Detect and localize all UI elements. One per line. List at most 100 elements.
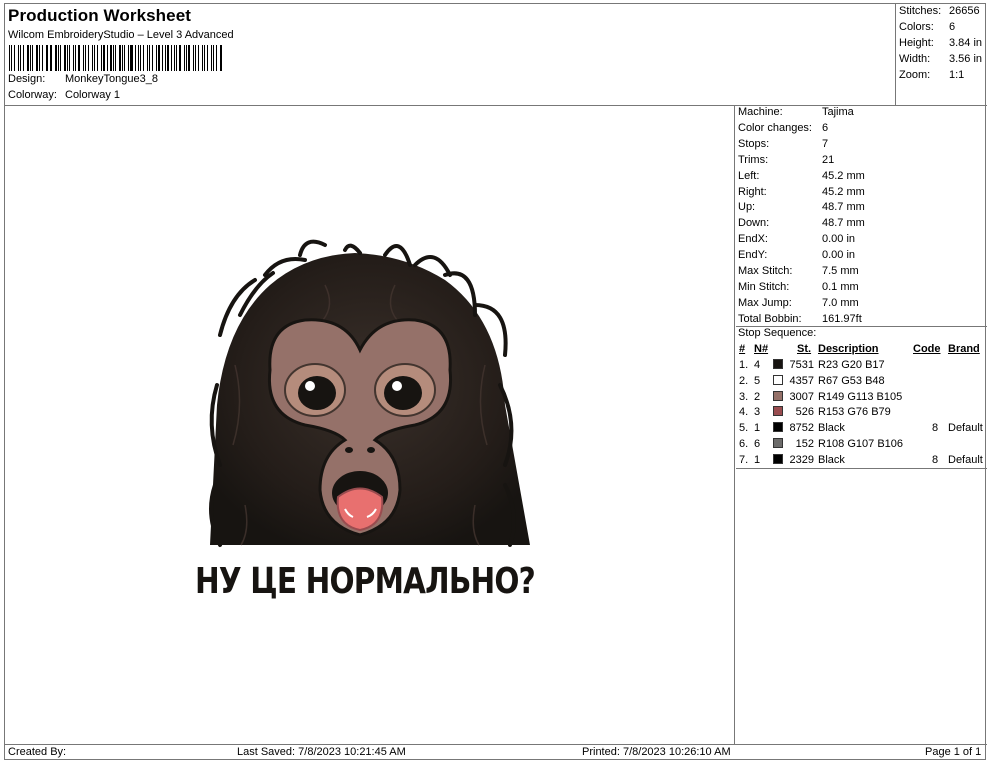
barcode-bar [148, 45, 151, 71]
machine-info-value: 21 [822, 153, 835, 166]
machine-info-label: EndY: [738, 249, 768, 262]
barcode-bar [54, 45, 57, 71]
barcode-bar [175, 45, 178, 71]
stop-number: 3. [739, 390, 749, 403]
stop-row: 6. 6 152 R108 G107 B106 [736, 438, 987, 454]
barcode-bar [188, 45, 191, 71]
stop-row: 2. 5 4357 R67 G53 B48 [736, 374, 987, 391]
stat-row: Stitches: 26656 [899, 5, 980, 17]
stat-value: 3.56 in [949, 53, 983, 65]
machine-info-label: Max Stitch: [738, 265, 793, 277]
barcode-bar [134, 45, 136, 71]
stop-number: 1. [739, 359, 749, 371]
stat-row: Zoom: 1:1 [899, 69, 964, 81]
needle-number: 3 [754, 406, 761, 419]
col-num: # [739, 343, 746, 355]
barcode-bar [50, 45, 52, 71]
machine-info-row: Machine: Tajima [738, 106, 854, 118]
machine-info-value: 0.00 in [822, 233, 856, 246]
machine-info-label: Down: [738, 217, 770, 230]
barcode-bar [216, 45, 217, 71]
machine-info-value: 6 [822, 121, 829, 134]
machine-info-label: Up: [738, 201, 756, 214]
design-label: Design: [8, 73, 46, 85]
design-preview: НУ ЦЕ НОРМАЛЬНО? [5, 105, 735, 745]
barcode-bar [193, 45, 195, 71]
needle-number: 4 [754, 359, 761, 371]
barcode-bar [212, 45, 215, 71]
barcode-bar [84, 45, 86, 71]
machine-info-row: EndX: 0.00 in [738, 233, 855, 245]
barcode-bar [83, 45, 84, 71]
barcode-bar [211, 45, 212, 71]
barcode-bar [75, 45, 77, 71]
barcode-bar [207, 45, 209, 71]
design-caption: НУ ЦЕ НОРМАЛЬНО? [195, 559, 535, 602]
stitch-count: 526 [795, 406, 814, 419]
thread-brand: Default [948, 453, 983, 466]
stat-label: Colors: [899, 21, 934, 33]
machine-info-row: Color changes: 6 [738, 122, 828, 134]
stat-row: Height: 3.84 in [899, 37, 982, 49]
worksheet-header: Production Worksheet Wilcom EmbroiderySt… [5, 4, 895, 105]
color-description: Black [818, 453, 845, 466]
machine-info-row: Max Jump: 7.0 mm [738, 297, 859, 309]
stat-label: Zoom: [899, 69, 931, 81]
stop-number: 7. [739, 453, 749, 466]
stat-row: Colors: 6 [899, 21, 955, 33]
barcode-bar [174, 45, 175, 71]
barcode-bar [20, 45, 21, 71]
stop-row: 3. 2 3007 R149 G113 B105 [736, 390, 987, 407]
stat-value: 6 [949, 21, 956, 33]
color-swatch [773, 453, 783, 464]
barcode-bar [57, 45, 59, 71]
machine-info-row: Stops: 7 [738, 138, 828, 150]
last-saved: Last Saved: 7/8/2023 10:21:45 AM [237, 746, 406, 758]
stat-value: 3.84 in [949, 37, 983, 49]
machine-info-value: Tajima [822, 106, 854, 118]
barcode-bar [97, 45, 98, 71]
barcode-bar [92, 45, 93, 71]
stop-sequence-title: Stop Sequence: [738, 327, 817, 339]
needle-number: 2 [754, 390, 761, 403]
barcode-bar [72, 45, 75, 71]
barcode-bar [179, 45, 181, 71]
stop-row: 5. 1 8752 Black 8 Default [736, 422, 987, 438]
barcode-bar [155, 45, 157, 71]
col-code: Code [913, 343, 941, 355]
barcode-bar [138, 45, 139, 71]
barcode-bar [142, 45, 145, 71]
color-description: R149 G113 B105 [818, 390, 903, 403]
barcode-bar [45, 45, 47, 71]
colorway-label: Colorway: [8, 89, 57, 101]
barcode-bar [119, 45, 121, 71]
stop-row: 1. 4 7531 R23 G20 B17 [736, 359, 987, 375]
stat-value: 26656 [949, 5, 980, 17]
machine-info-label: Stops: [738, 137, 770, 150]
barcode-bar [170, 45, 172, 71]
stat-label: Width: [899, 53, 931, 65]
color-swatch [773, 406, 783, 417]
barcode-bar [110, 45, 112, 71]
thread-code: 8 [932, 422, 939, 435]
color-swatch [773, 438, 783, 448]
col-description: Description [818, 343, 879, 355]
machine-info-row: Down: 48.7 mm [738, 217, 865, 229]
machine-info-value: 161.97ft [822, 312, 862, 325]
thread-code: 8 [932, 453, 939, 466]
machine-info-value: 7.5 mm [822, 265, 859, 277]
barcode-bar [198, 45, 200, 71]
barcode-bar [26, 45, 29, 71]
machine-info-value: 0.1 mm [822, 280, 859, 293]
barcode-bar [29, 45, 31, 71]
barcode-bar [130, 45, 133, 71]
barcode-bar [78, 45, 81, 71]
col-needle: N# [754, 343, 769, 355]
machine-info-label: EndX: [738, 233, 768, 246]
machine-info-label: Color changes: [738, 121, 812, 134]
monkey-embroidery-image: НУ ЦЕ НОРМАЛЬНО? [195, 239, 536, 602]
stat-row: Width: 3.56 in [899, 53, 982, 65]
design-value: MonkeyTongue3_8 [65, 73, 158, 85]
stitch-count: 3007 [789, 390, 814, 403]
thread-brand: Default [948, 422, 983, 435]
